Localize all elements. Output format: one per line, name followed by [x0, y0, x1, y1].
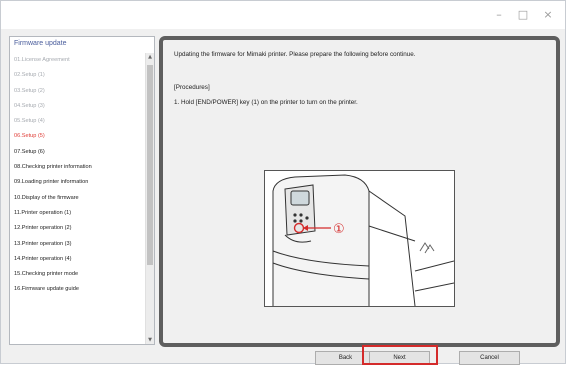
steps-list: 01.License Agreement 02.Setup (1) 03.Setup… — [10, 53, 146, 298]
minimize-icon[interactable]: – — [487, 7, 511, 23]
sidebar-step-item[interactable]: 16.Firmware update guide — [10, 282, 146, 297]
sidebar-step-item[interactable]: 15.Checking printer mode — [10, 267, 146, 282]
sidebar-step-item[interactable]: 10.Display of the firmware — [10, 191, 146, 206]
sidebar-step-item[interactable]: 01.License Agreement — [10, 53, 146, 68]
sidebar-step-item[interactable]: 11.Printer operation (1) — [10, 206, 146, 221]
printer-drawing: ① — [272, 174, 454, 306]
cancel-button[interactable]: Cancel — [459, 351, 520, 365]
sidebar-step-item[interactable]: 06.Setup (5) — [10, 129, 146, 144]
next-highlight-box — [362, 345, 438, 365]
title-bar: – □ × — [1, 1, 565, 29]
sidebar-step-item[interactable]: 14.Printer operation (4) — [10, 252, 146, 267]
sidebar-step-item[interactable]: 05.Setup (4) — [10, 114, 146, 129]
maximize-icon[interactable]: □ — [511, 7, 535, 23]
sidebar-step-item[interactable]: 07.Setup (6) — [10, 145, 146, 160]
scroll-up-icon[interactable]: ▲ — [146, 53, 154, 61]
sidebar-step-item[interactable]: 03.Setup (2) — [10, 84, 146, 99]
sidebar-step-item[interactable]: 13.Printer operation (3) — [10, 237, 146, 252]
scroll-down-icon[interactable]: ▼ — [146, 336, 154, 344]
procedures-heading: [Procedures] — [174, 84, 210, 91]
sidebar-title: Firmware update — [14, 40, 67, 47]
sidebar-step-item[interactable]: 09.Loading printer information — [10, 175, 146, 190]
printer-illustration: ① — [264, 170, 455, 307]
sidebar-step-item[interactable]: 08.Checking printer information — [10, 160, 146, 175]
scroll-thumb[interactable] — [147, 65, 153, 265]
sidebar-step-item[interactable]: 12.Printer operation (2) — [10, 221, 146, 236]
callout-number: ① — [333, 222, 345, 237]
procedure-step-1: 1. Hold [END/POWER] key (1) on the print… — [174, 99, 358, 106]
content-panel: Updating the firmware for Mimaki printer… — [159, 36, 560, 347]
steps-sidebar: Firmware update 01.License Agreement 02.S… — [9, 36, 155, 345]
sidebar-step-item[interactable]: 02.Setup (1) — [10, 68, 146, 83]
sidebar-scrollbar[interactable]: ▲ ▼ — [145, 53, 154, 344]
sidebar-step-item[interactable]: 04.Setup (3) — [10, 99, 146, 114]
installer-window: – □ × Firmware update 01.License Agreeme… — [0, 0, 566, 365]
intro-text: Updating the firmware for Mimaki printer… — [174, 51, 416, 58]
close-icon[interactable]: × — [536, 7, 560, 23]
